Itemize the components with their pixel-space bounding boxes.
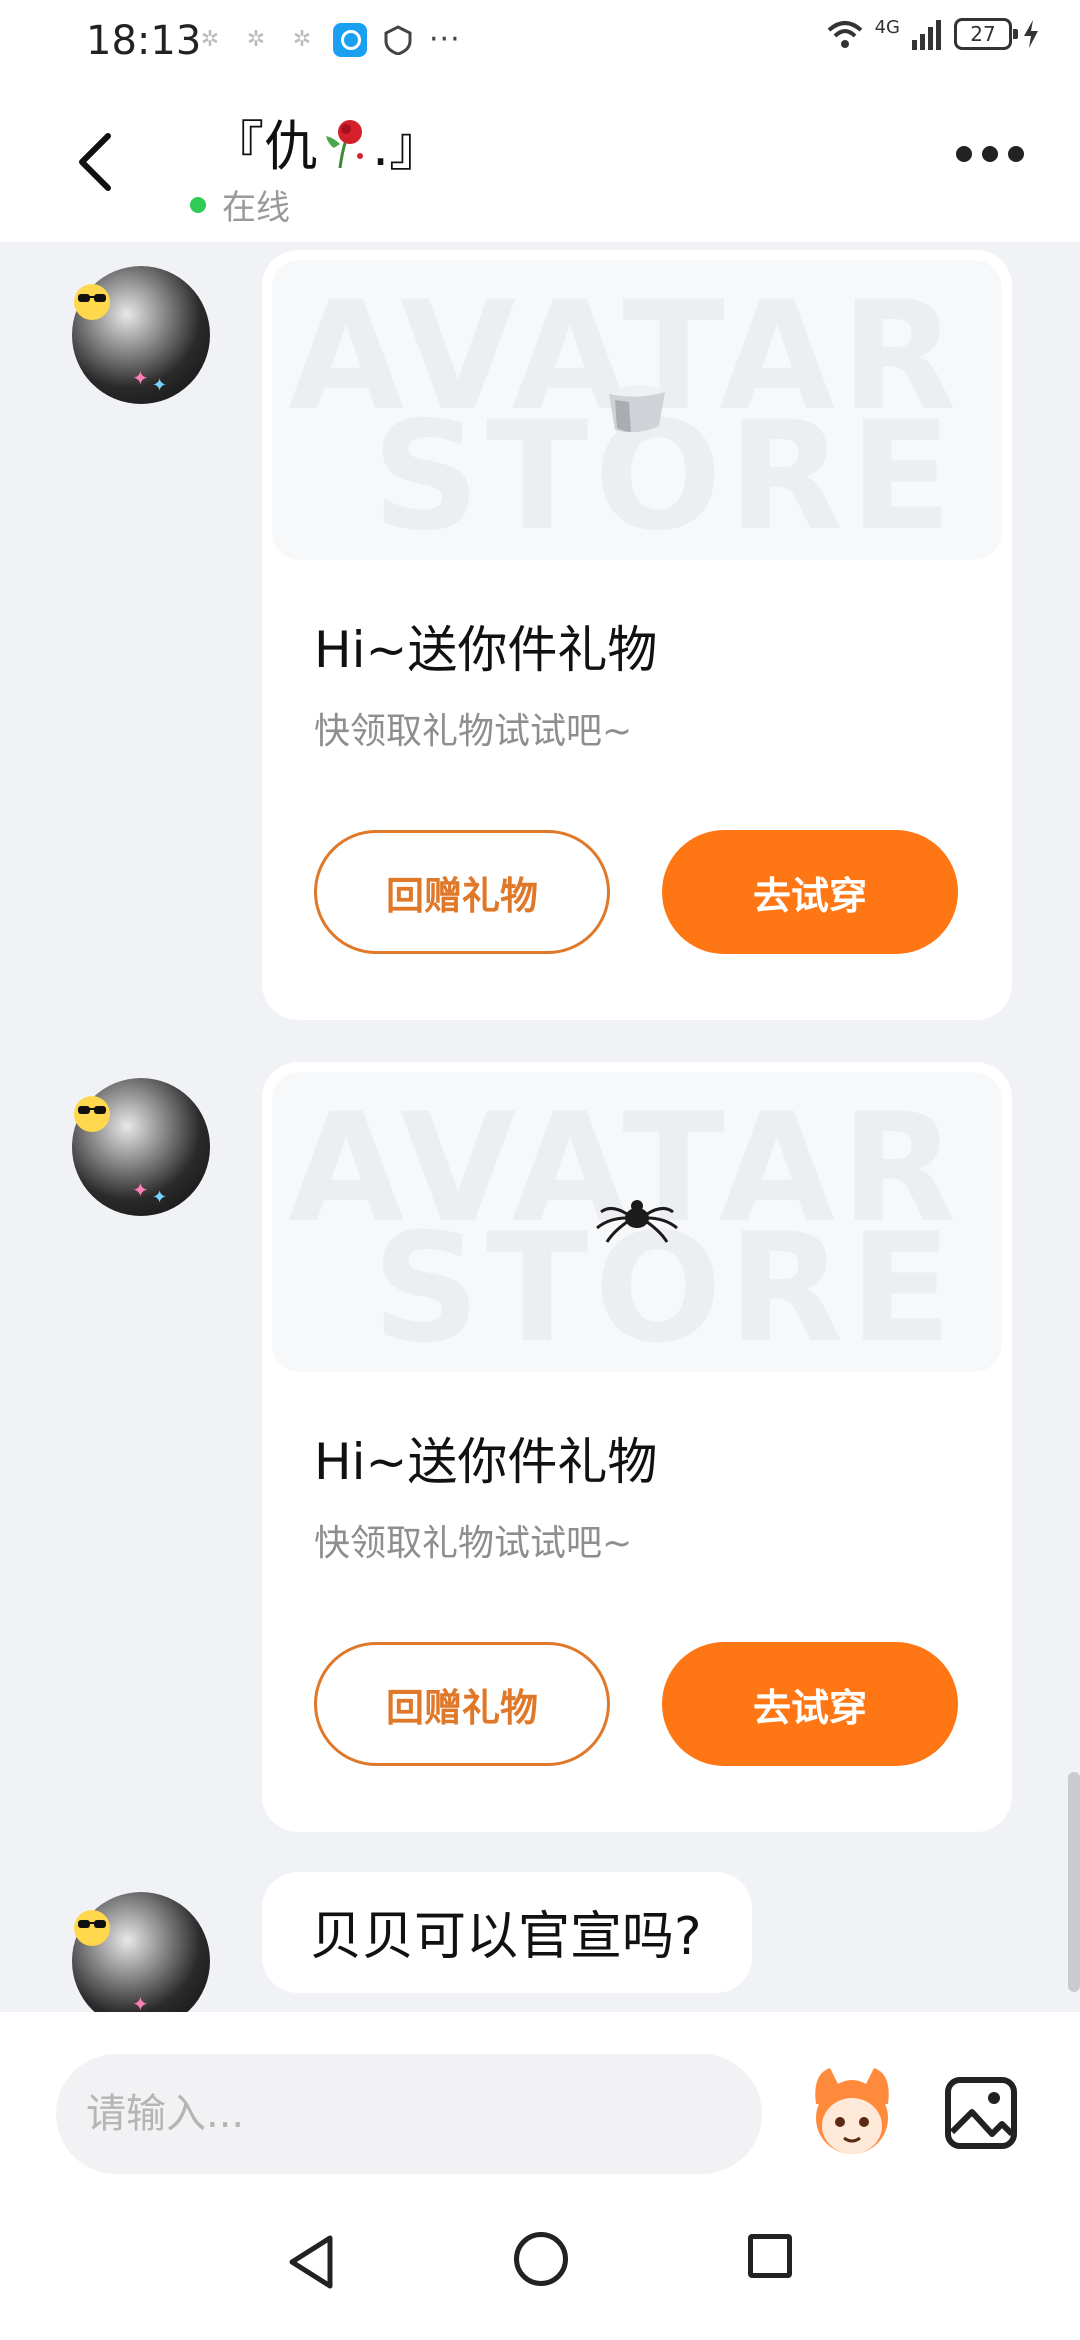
search-app-icon: [333, 22, 367, 57]
spider-gift-icon: [596, 1200, 678, 1243]
return-gift-button[interactable]: 回赠礼物: [314, 1642, 610, 1766]
gift-preview[interactable]: AVATAR STORE: [272, 1072, 1002, 1372]
status-bar: 18:13 ✲ ✲ ✲ ··· 4G 27: [0, 0, 1080, 82]
message-list[interactable]: ✦ ✦ AVATAR STORE Hi~送你件礼物 快领取礼物试试吧~ 回赠礼物…: [0, 242, 1080, 2012]
message-input[interactable]: 请输入...: [56, 2054, 762, 2174]
text-message-bubble[interactable]: 贝贝可以官宣吗?: [262, 1872, 752, 1993]
sender-avatar[interactable]: ✦ ✦: [72, 1078, 210, 1216]
gift-title: Hi~送你件礼物: [314, 621, 658, 679]
battery-icon: 27: [954, 18, 1018, 50]
system-indicators: 4G 27: [825, 16, 1040, 50]
gift-message-card[interactable]: AVATAR STORE Hi~送你件礼物 快领取礼物试试吧~ 回赠礼物 去试穿: [262, 250, 1012, 1020]
gift-preview[interactable]: AVATAR STORE: [272, 260, 1002, 560]
sparkle-icon: ✦: [132, 366, 149, 390]
charging-icon: [1024, 20, 1038, 48]
try-on-button[interactable]: 去试穿: [662, 830, 958, 954]
chat-title: 『仇 .』: [210, 102, 443, 181]
return-gift-button[interactable]: 回赠礼物: [314, 830, 610, 954]
sparkle-icon: ✦: [152, 375, 168, 396]
more-dot-icon: [1008, 146, 1024, 162]
more-dot-icon: [956, 146, 972, 162]
more-dot-icon: [982, 146, 998, 162]
back-arrow-icon[interactable]: [70, 130, 120, 194]
sender-avatar[interactable]: ✦: [72, 1892, 210, 2012]
sender-avatar[interactable]: ✦ ✦: [72, 266, 210, 404]
nav-back-icon[interactable]: [284, 2232, 338, 2292]
notification-icons: ✲ ✲ ✲ ···: [195, 22, 461, 57]
online-status-label: 在线: [222, 188, 290, 228]
shield-icon: [383, 24, 413, 56]
sunglasses-chick-sticker-icon: [74, 1910, 110, 1946]
status-time: 18:13: [86, 18, 202, 64]
signal-icon: [912, 20, 941, 50]
sparkle-icon: ✦: [132, 1992, 149, 2012]
try-on-button[interactable]: 去试穿: [662, 1642, 958, 1766]
nav-recents-icon[interactable]: [748, 2234, 792, 2278]
notification-icon: ✲: [292, 26, 312, 52]
sparkle-icon: ✦: [132, 1178, 149, 1202]
sunglasses-chick-sticker-icon: [74, 1096, 110, 1132]
input-bar: 请输入...: [0, 2012, 1080, 2194]
gift-title: Hi~送你件礼物: [314, 1433, 658, 1491]
online-dot-icon: [190, 196, 206, 213]
notification-icon: ✲: [246, 26, 266, 52]
more-notifications-icon: ···: [429, 22, 461, 57]
gift-subtitle: 快领取礼物试试吧~: [314, 711, 633, 752]
title-suffix: .』: [372, 115, 444, 178]
scrollbar-thumb[interactable]: [1068, 1772, 1080, 1992]
wifi-icon: [827, 21, 862, 48]
gift-subtitle: 快领取礼物试试吧~: [314, 1523, 633, 1564]
more-options-button[interactable]: [956, 146, 1024, 162]
image-picker-icon[interactable]: [944, 2076, 1018, 2150]
nav-home-icon[interactable]: [514, 2232, 568, 2286]
online-status: 在线: [190, 180, 290, 229]
notification-icon: ✲: [200, 26, 220, 52]
sparkle-icon: ✦: [152, 1187, 168, 1208]
title-prefix: 『仇: [210, 115, 318, 178]
system-nav-bar: [0, 2194, 1080, 2340]
sunglasses-chick-sticker-icon: [74, 284, 110, 320]
gift-message-card[interactable]: AVATAR STORE Hi~送你件礼物 快领取礼物试试吧~ 回赠礼物 去试穿: [262, 1062, 1012, 1832]
chat-header: 『仇 .』 在线: [0, 82, 1080, 242]
sticker-mascot-icon[interactable]: [800, 2054, 904, 2164]
network-type: 4G: [874, 16, 900, 38]
gift-item-image-icon: [609, 385, 665, 433]
wilted-rose-emoji-icon: [326, 119, 363, 168]
